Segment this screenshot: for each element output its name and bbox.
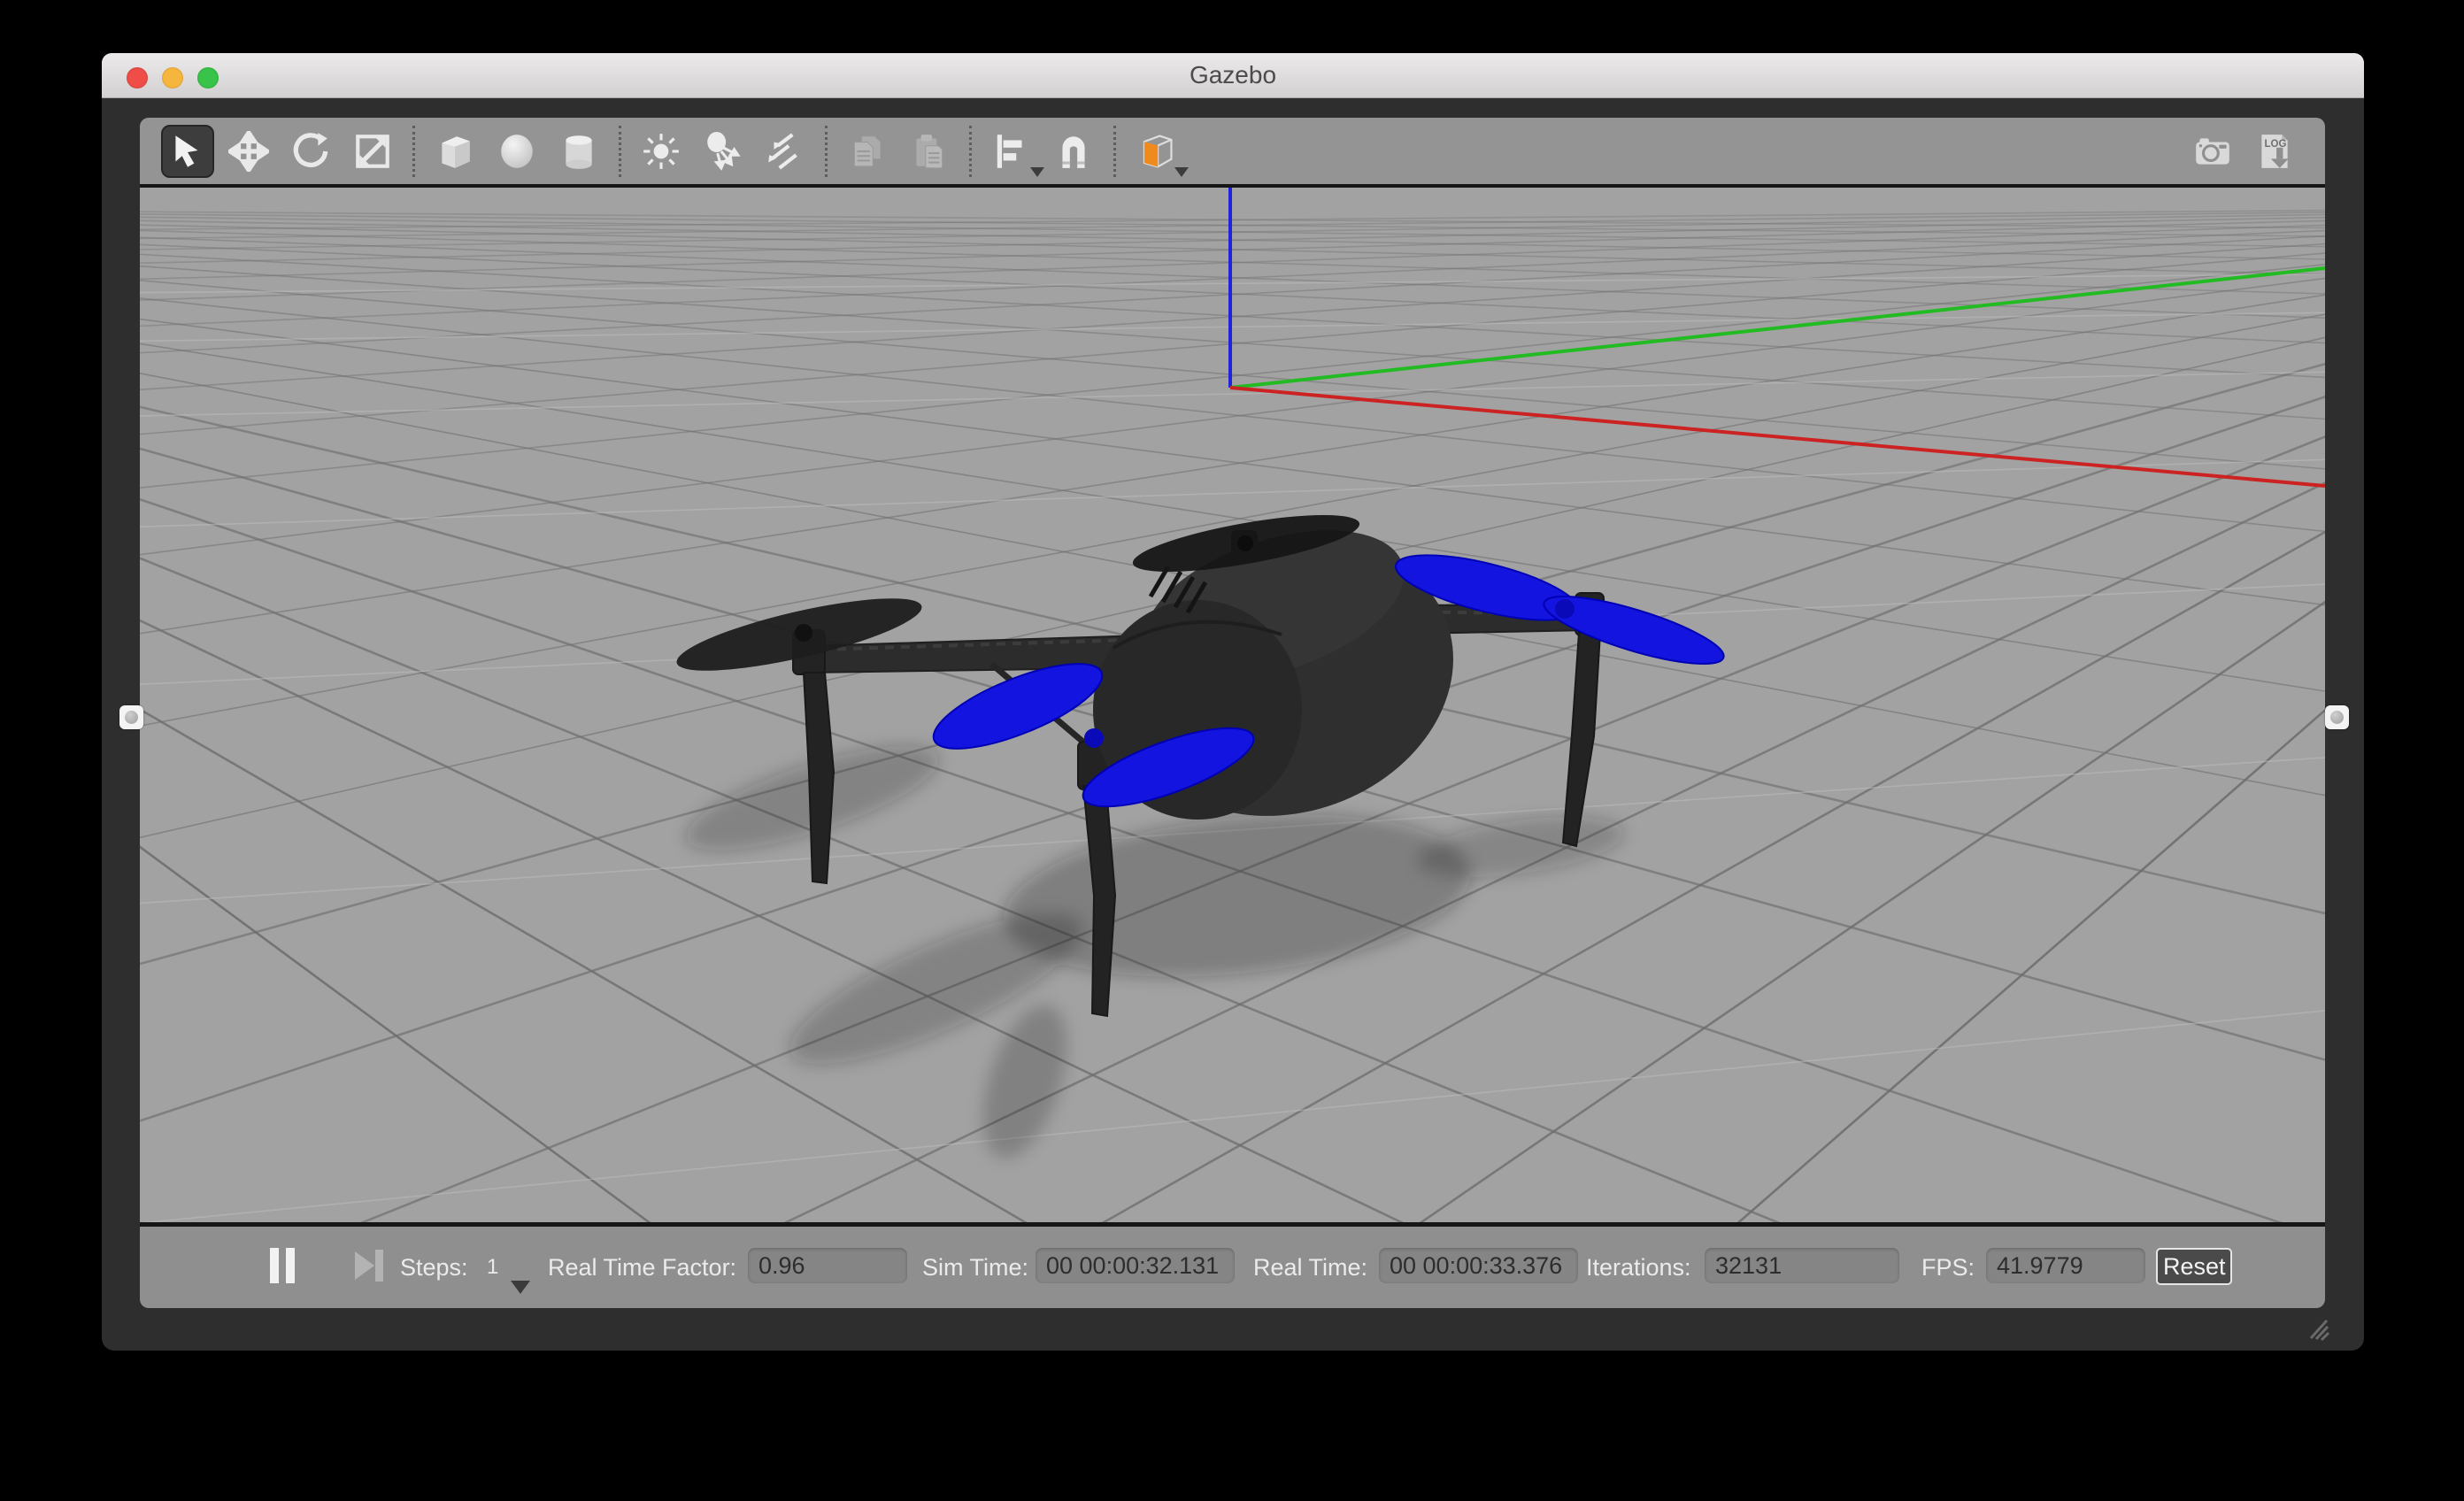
point-light-button[interactable] [634, 123, 689, 180]
sphere-icon [497, 131, 537, 172]
simulation-statusbar: Steps: 1 Real Time Factor: 0.96 Sim Time… [140, 1227, 2325, 1308]
select-tool-button[interactable] [161, 125, 214, 178]
copy-button[interactable] [840, 123, 895, 180]
iterations-value-field: 32131 [1705, 1248, 1899, 1283]
rotate-tool-button[interactable] [283, 123, 338, 180]
titlebar: Gazebo [102, 53, 2364, 98]
paste-button[interactable] [902, 123, 957, 180]
toolbar-separator [412, 126, 415, 177]
splitter-grip-icon [125, 711, 138, 724]
insert-sphere-button[interactable] [489, 123, 544, 180]
log-download-icon: LOG [2254, 131, 2295, 172]
view-angle-button[interactable] [1128, 123, 1183, 180]
spot-light-button[interactable] [696, 123, 751, 180]
pause-icon [268, 1246, 298, 1285]
left-panel-splitter-handle[interactable] [119, 705, 143, 729]
pause-button[interactable] [268, 1246, 298, 1288]
insert-cylinder-button[interactable] [551, 123, 606, 180]
step-forward-icon [353, 1246, 385, 1285]
fps-value-field: 41.9779 [1986, 1248, 2145, 1283]
screenshot-button[interactable] [2185, 123, 2240, 180]
window-resize-grip[interactable] [2298, 1312, 2330, 1342]
cylinder-icon [558, 131, 599, 172]
real-time-value-field: 00 00:00:33.376 [1379, 1248, 1578, 1283]
scale-tool-button[interactable] [345, 123, 400, 180]
chevron-down-icon [1173, 165, 1190, 178]
copy-icon [847, 131, 888, 172]
snap-button[interactable] [1046, 123, 1101, 180]
insert-box-button[interactable] [427, 123, 482, 180]
camera-icon [2192, 131, 2233, 172]
magnet-icon [1053, 131, 1094, 172]
scale-arrows-icon [352, 131, 393, 172]
sim-time-label: Sim Time: [922, 1250, 1028, 1285]
steps-label: Steps: [400, 1250, 468, 1285]
spotlight-icon [703, 131, 743, 172]
render-viewport[interactable] [140, 188, 2325, 1222]
align-button[interactable] [984, 123, 1039, 180]
steps-value: 1 [487, 1250, 498, 1285]
main-toolbar: LOG [140, 118, 2325, 184]
svg-text:LOG: LOG [2265, 138, 2287, 149]
box-icon [435, 131, 475, 172]
rtf-label: Real Time Factor: [548, 1250, 736, 1285]
translate-tool-button[interactable] [221, 123, 276, 180]
iterations-label: Iterations: [1586, 1250, 1691, 1285]
steps-dropdown-icon[interactable] [509, 1279, 532, 1295]
chevron-down-icon [1028, 165, 1046, 178]
directional-light-button[interactable] [758, 123, 812, 180]
reset-button[interactable]: Reset [2156, 1248, 2232, 1285]
fps-label: FPS: [1921, 1250, 1975, 1285]
paste-icon [909, 131, 950, 172]
scene-canvas [140, 188, 2325, 1222]
real-time-label: Real Time: [1253, 1250, 1367, 1285]
move-arrows-icon [228, 131, 269, 172]
toolbar-separator [619, 126, 621, 177]
sim-time-value-field: 00 00:00:32.131 [1036, 1248, 1235, 1283]
arrow-cursor-icon [167, 131, 208, 172]
desktop: { "window": { "title": "Gazebo" }, "titl… [0, 0, 2464, 1501]
right-panel-splitter-handle[interactable] [2325, 705, 2349, 729]
align-icon [991, 131, 1032, 172]
gazebo-window: Gazebo [102, 53, 2364, 1351]
toolbar-separator [1113, 126, 1116, 177]
step-button[interactable] [353, 1246, 385, 1288]
rtf-value-field: 0.96 [748, 1248, 907, 1283]
toolbar-separator [825, 126, 828, 177]
view-cube-icon [1135, 130, 1177, 173]
rotate-arrows-icon [290, 131, 331, 172]
log-record-button[interactable]: LOG [2247, 123, 2302, 180]
toolbar-separator [969, 126, 972, 177]
splitter-grip-icon [2330, 711, 2344, 724]
window-title: Gazebo [102, 53, 2364, 97]
directional-light-icon [765, 131, 805, 172]
sun-icon [641, 131, 681, 172]
